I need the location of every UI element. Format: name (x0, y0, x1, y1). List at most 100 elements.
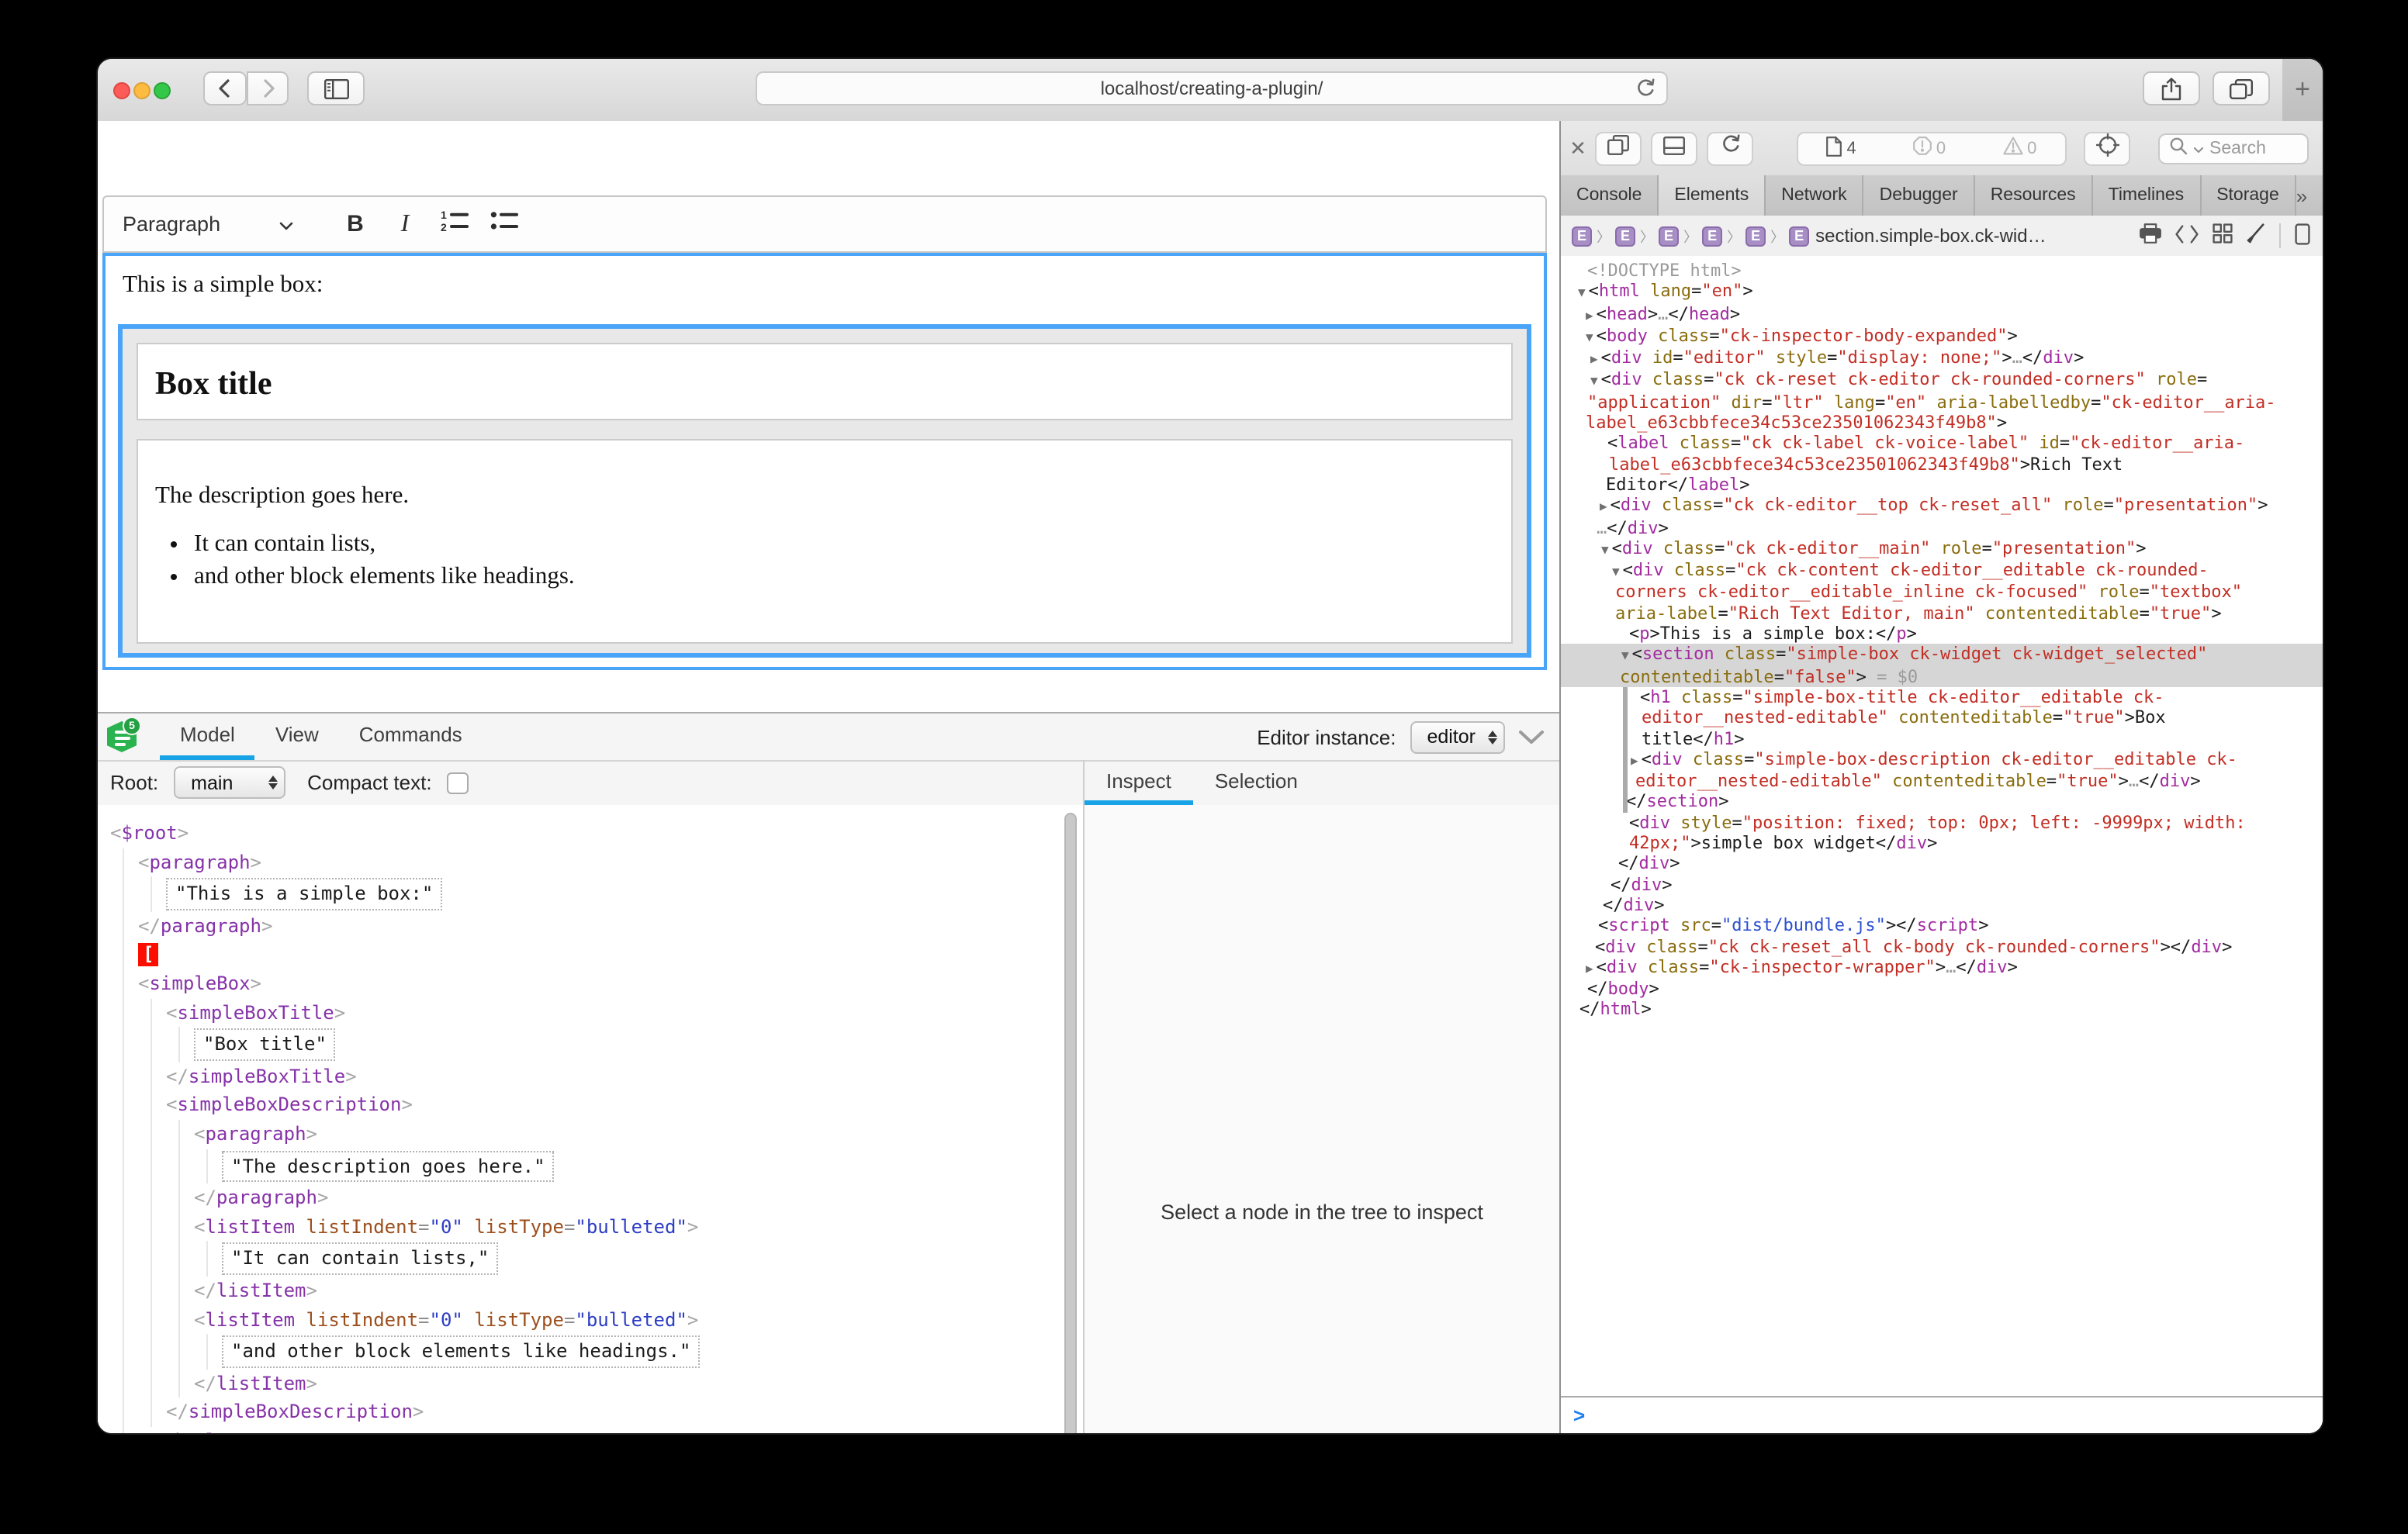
dom-tree-line[interactable]: </section> (1561, 792, 2323, 813)
bulleted-list-button[interactable] (479, 204, 529, 244)
inspector-tab-selection[interactable]: Selection (1193, 760, 1320, 805)
dom-tree-line[interactable]: title</h1> (1561, 728, 2323, 749)
model-element-close[interactable]: </paragraph> (138, 912, 1083, 941)
dom-tree-line[interactable]: corners ck-editor__editable_inline ck-fo… (1561, 582, 2323, 603)
heading-dropdown[interactable]: Paragraph (104, 197, 309, 251)
model-text-node[interactable]: "The description goes here." (222, 1149, 1083, 1183)
model-text-node[interactable]: "This is a simple box:" (166, 876, 1083, 911)
model-element-close[interactable]: </simpleBox> (138, 1427, 1083, 1433)
model-element-close[interactable]: </listItem> (194, 1277, 1083, 1305)
element-badge-icon[interactable]: E (1745, 226, 1766, 246)
model-text-node[interactable]: "Box title" (194, 1027, 1083, 1062)
dom-tree-line[interactable]: <div style="position: fixed; top: 0px; l… (1561, 812, 2323, 833)
model-text-node[interactable]: "and other block elements like headings.… (222, 1334, 1083, 1369)
dom-tree-line[interactable]: editor__nested-editable" contenteditable… (1561, 707, 2323, 728)
back-button[interactable] (203, 71, 247, 105)
dom-tree-line[interactable]: ▼<html lang="en"> (1561, 282, 2323, 304)
dom-tree-line[interactable]: <p>This is a simple box:</p> (1561, 624, 2323, 644)
zoom-window-button[interactable] (154, 82, 171, 99)
list-item[interactable]: It can contain lists, (194, 530, 1511, 558)
tab-overview-button[interactable] (2213, 71, 2270, 105)
devtools-tab-timelines[interactable]: Timelines (2093, 175, 2202, 216)
dom-tree-line[interactable]: label_e63cbbfece34c53ce23501062343f49b8"… (1561, 454, 2323, 475)
numbered-list-button[interactable]: 12 (430, 204, 479, 244)
root-select[interactable]: main (174, 766, 285, 799)
collapse-inspector-button[interactable] (1519, 725, 1544, 748)
sidebar-toggle-button[interactable] (307, 71, 365, 105)
model-element-close[interactable]: </simpleBoxTitle> (166, 1062, 1083, 1091)
dom-tree-line[interactable]: </body> (1561, 979, 2323, 1000)
element-picker-button[interactable] (2084, 131, 2130, 165)
inspector-tab-commands[interactable]: Commands (339, 713, 483, 760)
dom-tree-line[interactable]: Editor</label> (1561, 475, 2323, 496)
element-badge-icon[interactable]: E (1789, 226, 1809, 246)
dom-tree-line[interactable]: ▼<section class="simple-box ck-widget ck… (1561, 644, 2323, 667)
details-sidebar-icon[interactable] (2295, 223, 2310, 249)
model-element-open[interactable]: <simpleBox> (138, 969, 1083, 998)
dom-tree-line[interactable]: ▼<div class="ck ck-editor__main" role="p… (1561, 538, 2323, 561)
dom-tree-line[interactable]: </html> (1561, 1000, 2323, 1021)
devtools-tab-elements[interactable]: Elements (1659, 175, 1766, 216)
model-element-open[interactable]: <paragraph> (138, 848, 1083, 876)
forward-button[interactable] (247, 71, 289, 105)
new-tab-button[interactable]: + (2282, 59, 2323, 121)
print-icon[interactable] (2140, 223, 2161, 248)
devtools-tab-resources[interactable]: Resources (1975, 175, 2093, 216)
devtools-tab-storage[interactable]: Storage (2201, 175, 2296, 216)
quick-console[interactable]: > (1561, 1396, 2323, 1433)
inspector-tab-view[interactable]: View (255, 713, 339, 760)
editor-editable-area[interactable]: This is a simple box: Box title The desc… (102, 253, 1547, 670)
model-element-open[interactable]: <simpleBoxDescription> (166, 1091, 1083, 1120)
model-element-close[interactable]: </listItem> (194, 1369, 1083, 1398)
simple-box-description[interactable]: The description goes here. It can contai… (137, 439, 1513, 644)
model-element-close[interactable]: </paragraph> (194, 1183, 1083, 1212)
model-element-open[interactable]: <paragraph> (194, 1120, 1083, 1149)
grid-icon[interactable] (2213, 223, 2233, 248)
dock-bottom-button[interactable] (1651, 131, 1697, 165)
dom-tree-line[interactable]: contenteditable="false"> = $0 (1561, 666, 2323, 687)
dom-tree-line[interactable]: <div class="ck ck-reset_all ck-body ck-r… (1561, 936, 2323, 957)
model-text-node[interactable]: "It can contain lists," (222, 1242, 1083, 1277)
dom-tree-line[interactable]: </div> (1561, 895, 2323, 916)
resource-summary-group[interactable]: 4 0 0 (1797, 131, 2067, 165)
dom-tree-line[interactable]: <h1 class="simple-box-title ck-editor__e… (1561, 687, 2323, 708)
model-tree-scrollbar[interactable] (1064, 813, 1077, 1433)
dom-tree-line[interactable]: ▼<div class="ck ck-reset ck-editor ck-ro… (1561, 370, 2323, 392)
simple-box-title[interactable]: Box title (137, 343, 1513, 420)
dom-tree-line[interactable]: <script src="dist/bundle.js"></script> (1561, 915, 2323, 936)
close-window-button[interactable] (113, 82, 130, 99)
element-badge-icon[interactable]: E (1615, 226, 1635, 246)
dom-tree-line[interactable]: ▼<body class="ck-inspector-body-expanded… (1561, 326, 2323, 348)
element-badge-icon[interactable]: E (1659, 226, 1679, 246)
editor-paragraph[interactable]: This is a simple box: (123, 271, 323, 299)
dom-tree-line[interactable]: <label class="ck ck-label ck-voice-label… (1561, 434, 2323, 454)
styles-brush-icon[interactable] (2247, 223, 2265, 248)
share-button[interactable] (2143, 71, 2200, 105)
simple-box-widget[interactable]: Box title The description goes here. It … (118, 324, 1531, 658)
model-element-close[interactable]: </simpleBoxDescription> (166, 1398, 1083, 1427)
model-element-open[interactable]: <simpleBoxTitle> (166, 998, 1083, 1027)
dom-tree-line[interactable]: <!DOCTYPE html> (1561, 261, 2323, 282)
model-element-open[interactable]: <listItem listIndent="0" listType="bulle… (194, 1212, 1083, 1241)
bold-button[interactable]: B (330, 204, 380, 244)
minimize-window-button[interactable] (133, 82, 150, 99)
dom-tree-line[interactable]: …</div> (1561, 517, 2323, 538)
model-element-open[interactable]: <$root> (110, 819, 1083, 848)
detach-devtools-button[interactable] (1595, 131, 1642, 165)
address-bar[interactable]: localhost/creating-a-plugin/ (756, 71, 1668, 105)
element-badge-icon[interactable]: E (1572, 226, 1592, 246)
devtools-tab-console[interactable]: Console (1561, 175, 1659, 216)
code-brackets-icon[interactable] (2175, 224, 2199, 247)
italic-button[interactable]: I (380, 204, 430, 244)
compact-text-checkbox[interactable] (448, 772, 469, 793)
dom-tree-line[interactable]: 42px;">simple box widget</div> (1561, 833, 2323, 854)
model-element-open[interactable]: <listItem listIndent="0" listType="bulle… (194, 1305, 1083, 1334)
reload-icon[interactable] (1635, 78, 1656, 104)
devtools-tab-debugger[interactable]: Debugger (1864, 175, 1975, 216)
dom-tree-line[interactable]: label_e63cbbfece34c53ce23501062343f49b8"… (1561, 413, 2323, 434)
devtools-search-field[interactable]: Search (2158, 133, 2309, 164)
dom-tree-line[interactable]: ▶<div class="ck-inspector-wrapper">…</di… (1561, 957, 2323, 979)
devtools-reload-button[interactable] (1707, 131, 1753, 165)
close-devtools-button[interactable]: ✕ (1561, 136, 1595, 161)
element-badge-icon[interactable]: E (1702, 226, 1722, 246)
